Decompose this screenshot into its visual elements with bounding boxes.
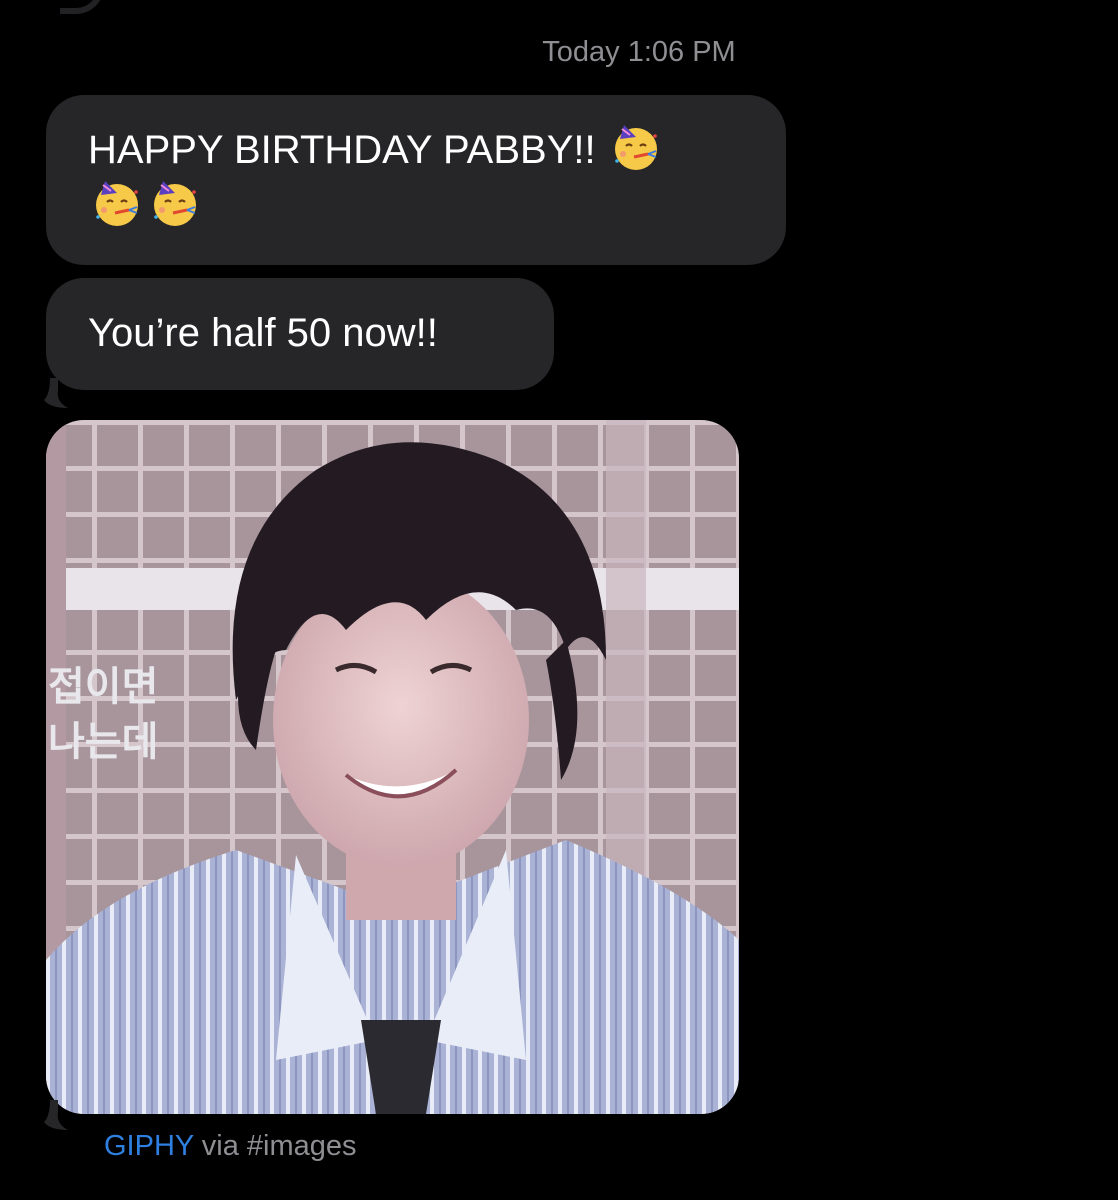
message-bubble-half-fifty[interactable]: You’re half 50 now!! (46, 278, 554, 390)
bubble-tail (44, 378, 68, 408)
previous-bubble-tail (60, 0, 104, 14)
timestamp-day: Today (542, 36, 620, 68)
timestamp-time: 1:06 PM (627, 36, 736, 68)
gif-subtitle-2: 나는데 (48, 719, 158, 765)
attribution-via: via #images (201, 1130, 357, 1162)
message-text: HAPPY BIRTHDAY PABBY!! (88, 128, 596, 172)
gif-message[interactable]: 접이면 나는데 (46, 420, 739, 1114)
gif-image: 접이면 나는데 (46, 420, 739, 1114)
partying-face-icon (96, 181, 138, 226)
message-text: You’re half 50 now!! (88, 311, 438, 355)
gif-attribution: GIPHY via #images (104, 1130, 357, 1163)
partying-face-icon (154, 181, 196, 226)
bubble-tail (44, 1100, 68, 1130)
message-bubble-birthday[interactable]: HAPPY BIRTHDAY PABBY!! (46, 95, 786, 265)
giphy-link[interactable]: GIPHY (104, 1130, 194, 1162)
gif-subtitle-1: 접이면 (48, 664, 158, 710)
message-timestamp: Today 1:06 PM (0, 36, 1118, 69)
partying-face-icon (614, 125, 657, 170)
